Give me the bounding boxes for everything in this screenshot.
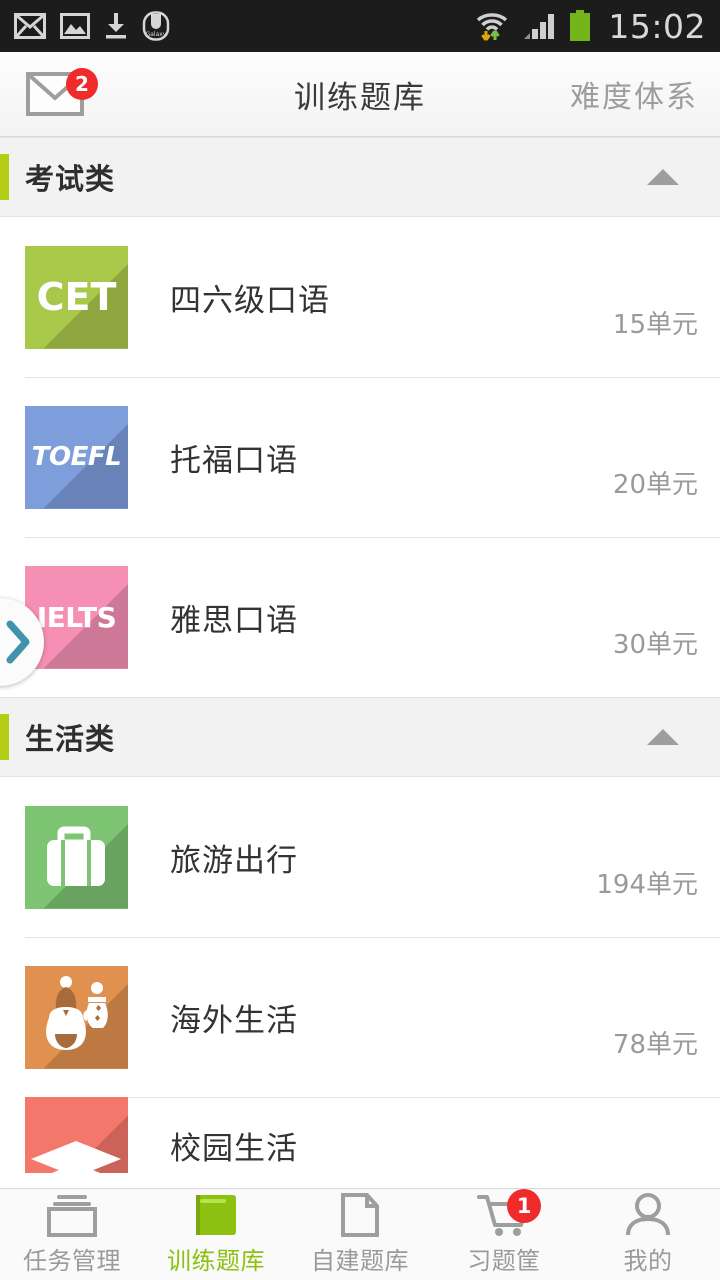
list-item-title: 海外生活 [170,1002,298,1039]
list-item-title: 托福口语 [170,442,298,479]
status-bar: Galaxy 15:02 [0,0,720,52]
tasks-icon [45,1193,99,1237]
list-item[interactable]: TOEFL 托福口语 20单元 [0,377,720,537]
list-item-title: 四六级口语 [170,282,330,319]
chevron-up-icon[interactable] [646,727,680,747]
mail-icon [14,13,46,39]
app-header: 2 训练题库 难度体系 [0,52,720,137]
list-item-count: 15单元 [612,310,698,340]
category-icon-overseas [25,965,128,1069]
nav-item-custom-bank[interactable]: 自建题库 [288,1189,432,1280]
list-item[interactable]: CET 四六级口语 15单元 [0,217,720,377]
list-item[interactable]: 海外生活 78单元 [0,937,720,1097]
list-item-title: 校园生活 [170,1131,298,1167]
section-title: 生活类 [25,722,116,756]
nav-label: 自建题库 [311,1247,409,1275]
icon-label: CET [36,275,117,319]
cart-badge: 1 [507,1189,542,1223]
category-icon-toefl: TOEFL [25,405,128,509]
list-item-count: 194单元 [596,870,698,900]
book-icon [192,1193,240,1237]
galaxy-icon: Galaxy [142,11,170,41]
status-bar-left-icons: Galaxy [14,11,170,41]
section-title: 考试类 [25,162,116,196]
list-item-title: 雅思口语 [170,602,298,639]
nav-label: 训练题库 [167,1247,265,1275]
section-accent-bar [0,154,9,200]
document-icon [339,1193,381,1237]
status-bar-clock: 15:02 [608,6,706,46]
list-item-count: 78单元 [612,1030,698,1060]
battery-icon [570,10,591,41]
section-header-exam[interactable]: 考试类 [0,137,720,217]
chevron-right-icon [6,620,30,664]
nav-item-exercise-basket[interactable]: 1 习题筐 [432,1189,576,1280]
icon-label: TOEFL [31,442,122,472]
list-item[interactable]: 校园生活 [0,1097,720,1173]
list-item[interactable]: IELTS 雅思口语 30单元 [0,537,720,697]
svg-text:Galaxy: Galaxy [146,31,167,38]
category-icon-cet: CET [25,245,128,349]
page-title: 训练题库 [294,79,426,116]
graduation-cap-icon [31,1141,121,1173]
cart-icon: 1 [477,1189,542,1237]
nav-label: 任务管理 [23,1247,121,1275]
person-icon [625,1193,671,1237]
list-item-count: 30单元 [612,630,698,660]
wifi-icon [477,13,508,41]
category-icon-travel [25,805,128,909]
suitcase-icon [47,826,105,886]
category-list[interactable]: 考试类 CET 四六级口语 15单元 TOEFL 托福口语 20单元 IELTS… [0,137,720,1188]
list-item[interactable]: 旅游出行 194单元 [0,777,720,937]
signal-icon [524,14,555,39]
winter-hat-mitten-icon [46,975,108,1050]
nav-label: 习题筐 [467,1247,541,1275]
nav-item-training-bank[interactable]: 训练题库 [144,1189,288,1280]
status-bar-right-icons: 15:02 [472,9,706,43]
section-header-life[interactable]: 生活类 [0,697,720,777]
nav-item-profile[interactable]: 我的 [576,1189,720,1280]
download-icon [106,13,126,39]
app-root: Galaxy 15:02 2 训练题库 难度体系 考试类 CET 四六级口语 1… [0,0,720,1280]
gallery-icon [60,13,90,39]
category-icon-campus [25,1097,128,1173]
section-accent-bar [0,714,9,760]
nav-label: 我的 [623,1247,673,1275]
list-item-title: 旅游出行 [170,842,298,879]
chevron-up-icon[interactable] [646,167,680,187]
bottom-navigation: 任务管理 训练题库 自建题库 1 习题筐 我的 [0,1188,720,1280]
list-item-count: 20单元 [612,470,698,500]
nav-item-task-management[interactable]: 任务管理 [0,1189,144,1280]
